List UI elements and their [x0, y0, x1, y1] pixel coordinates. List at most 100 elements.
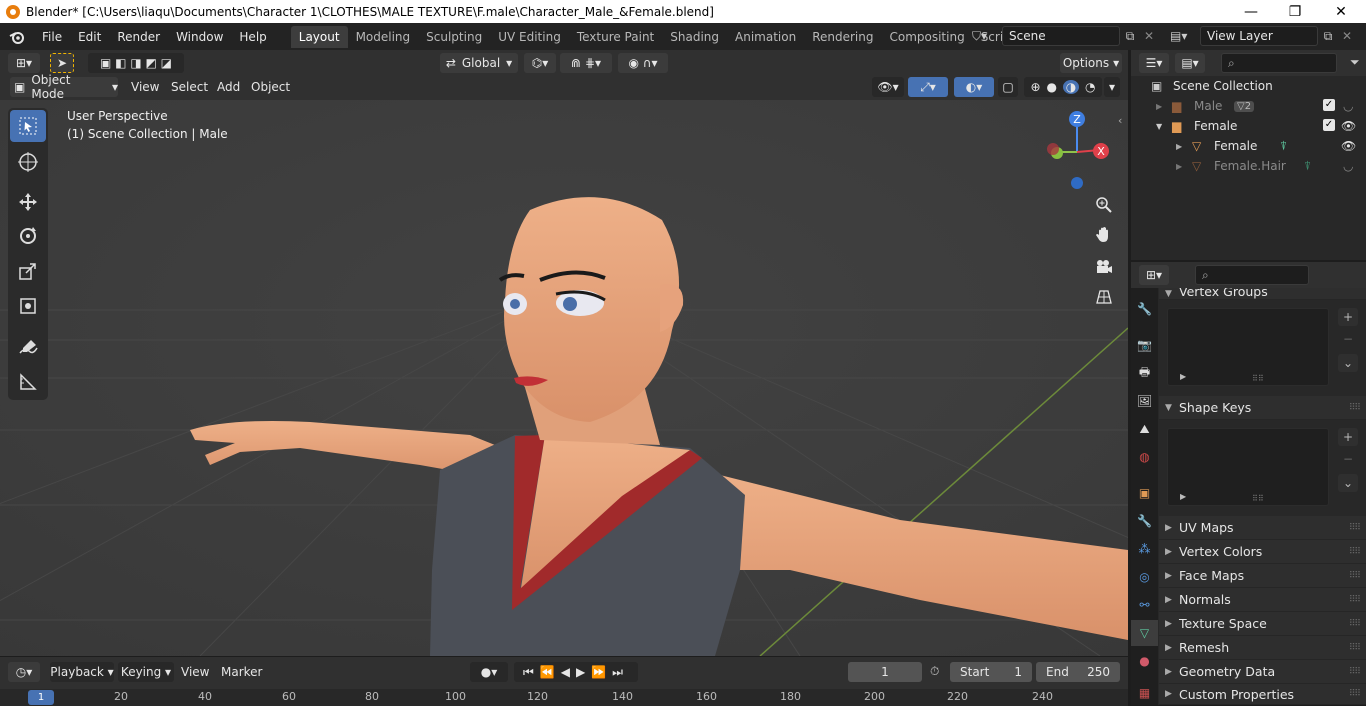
snap-icon[interactable]: ⋒ ⋕▾ [560, 53, 612, 73]
section-vertex-groups[interactable]: ▼ Vertex Groups [1159, 288, 1366, 300]
particles-tab-icon[interactable]: ⁂ [1131, 536, 1158, 562]
move-tool[interactable] [10, 186, 46, 218]
perspective-grid-icon[interactable] [1091, 284, 1117, 310]
world-tab-icon[interactable]: ◍ [1131, 444, 1158, 470]
xray-icon[interactable]: ▢ [998, 77, 1018, 97]
timeline-editor-type-icon[interactable]: ◷▾ [8, 662, 40, 682]
timeline-menu-marker[interactable]: Marker [221, 665, 262, 679]
scene-tab-icon[interactable]: ⛰ [1131, 416, 1158, 442]
drag-grip-icon[interactable]: ⠿⠿ [1349, 523, 1361, 533]
end-frame-field[interactable]: End 250 [1036, 662, 1120, 682]
annotate-tool[interactable] [10, 331, 46, 363]
section-shape-keys[interactable]: ▼ Shape Keys ⠿⠿ [1159, 396, 1366, 420]
expand-arrow-icon[interactable]: ▶ [1156, 102, 1172, 111]
list-expand-icon[interactable]: ▶ [1180, 492, 1186, 501]
view-layer-icon[interactable]: ▤▾ [1170, 29, 1200, 43]
new-view-layer-icon[interactable]: ⧉ [1318, 29, 1338, 44]
measure-tool[interactable] [10, 366, 46, 398]
eye-hidden-icon[interactable]: ◡ [1343, 159, 1353, 173]
maximize-button[interactable]: ❐ [1272, 0, 1318, 23]
new-scene-icon[interactable]: ⧉ [1120, 29, 1140, 44]
properties-editor-type-icon[interactable]: ⊞▾ [1139, 265, 1169, 285]
drag-grip-icon[interactable]: ⠿⠿ [1349, 689, 1361, 699]
tab-shading[interactable]: Shading [662, 26, 727, 48]
preview-range-icon[interactable]: ⏱ [930, 664, 939, 679]
outliner-editor-type-icon[interactable]: ☰▾ [1139, 53, 1169, 73]
start-frame-field[interactable]: Start 1 [950, 662, 1032, 682]
mesh-data-tab-icon[interactable]: ▽ [1131, 620, 1158, 646]
camera-view-icon[interactable] [1091, 254, 1117, 280]
collapse-arrow-icon[interactable]: ▼ [1156, 122, 1172, 131]
tab-sculpting[interactable]: Sculpting [418, 26, 490, 48]
menu-help[interactable]: Help [231, 30, 274, 44]
rotate-tool[interactable] [10, 220, 46, 252]
shading-mode-icons[interactable]: ⊕ ● ◑ ◔ [1024, 77, 1102, 97]
outliner-row-female-collection[interactable]: ▼ ▆ Female ✓ 👁 [1131, 116, 1366, 136]
playback-dropdown[interactable]: Playback ▾ [50, 662, 114, 682]
selection-mode-icons[interactable]: ▣ ◧ ◨ ◩ ◪ [88, 53, 184, 73]
options-dropdown[interactable]: Options ▾ [1060, 53, 1122, 73]
exclude-checkbox[interactable]: ✓ [1323, 119, 1335, 131]
tab-compositing[interactable]: Compositing [881, 26, 972, 48]
tab-modeling[interactable]: Modeling [348, 26, 419, 48]
overlays-toggle-icon[interactable]: ◐▾ [954, 77, 994, 97]
cursor-tool[interactable] [10, 146, 46, 178]
menu-add[interactable]: Add [217, 80, 240, 94]
drag-grip-icon[interactable]: ⠿⠿ [1349, 571, 1361, 581]
drag-grip-icon[interactable]: ⠿⠿ [1349, 619, 1361, 629]
scale-tool[interactable] [10, 255, 46, 287]
gizmo-toggle-icon[interactable]: ⤢▾ [908, 77, 948, 97]
add-vertex-group-button[interactable]: + [1338, 308, 1358, 326]
constraints-tab-icon[interactable]: ⚯ [1131, 592, 1158, 618]
vertex-group-specials-icon[interactable]: ⌄ [1338, 354, 1358, 372]
outliner-row-female-hair[interactable]: ▶ ▽ Female.Hair ⍒ ◡ [1131, 156, 1366, 176]
menu-window[interactable]: Window [168, 30, 231, 44]
render-tab-icon[interactable]: 📷 [1131, 332, 1158, 358]
navigation-gizmo[interactable]: Z X [1040, 108, 1120, 198]
delete-view-layer-icon[interactable]: ✕ [1338, 29, 1356, 43]
section-uv-maps[interactable]: ▶ UV Maps ⠿⠿ [1159, 516, 1366, 540]
menu-select[interactable]: Select [171, 80, 208, 94]
orientation-dropdown[interactable]: ⇄ Global ▾ [440, 53, 518, 73]
modifier-tab-icon[interactable]: 🔧 [1131, 508, 1158, 534]
outliner-search-input[interactable]: ⌕ [1221, 53, 1337, 73]
delete-scene-icon[interactable]: ✕ [1140, 29, 1158, 43]
menu-edit[interactable]: Edit [70, 30, 109, 44]
tab-rendering[interactable]: Rendering [804, 26, 881, 48]
sidebar-toggle-icon[interactable]: ‹ [1118, 114, 1122, 127]
outliner-row-scene-collection[interactable]: ▣ Scene Collection [1131, 76, 1366, 96]
outliner-display-mode-icon[interactable]: ▤▾ [1175, 53, 1205, 73]
object-tab-icon[interactable]: ▣ [1131, 480, 1158, 506]
physics-tab-icon[interactable]: ◎ [1131, 564, 1158, 590]
remove-shape-key-button[interactable]: − [1338, 450, 1358, 468]
eye-icon[interactable]: 👁 [1341, 139, 1356, 153]
visibility-icon[interactable]: 👁▾ [872, 77, 904, 97]
autokey-record-icon[interactable]: ●▾ [470, 662, 508, 682]
section-custom-properties[interactable]: ▶ Custom Properties ⠿⠿ [1159, 684, 1366, 705]
select-box-tool[interactable] [10, 110, 46, 142]
tab-texture-paint[interactable]: Texture Paint [569, 26, 662, 48]
output-tab-icon[interactable]: 🖶 [1131, 360, 1158, 386]
tab-layout[interactable]: Layout [290, 25, 348, 48]
timeline-menu-view[interactable]: View [181, 665, 209, 679]
shape-key-specials-icon[interactable]: ⌄ [1338, 474, 1358, 492]
properties-search-input[interactable]: ⌕ [1195, 265, 1309, 285]
menu-render[interactable]: Render [109, 30, 168, 44]
scene-field[interactable]: Scene [1002, 26, 1120, 46]
3d-viewport[interactable]: User Perspective (1) Scene Collection | … [0, 100, 1128, 656]
playhead-marker[interactable]: 1 [28, 690, 54, 705]
expand-arrow-icon[interactable]: ▶ [1176, 162, 1192, 171]
gizmo-neg-z-axis[interactable] [1071, 177, 1083, 189]
section-geometry-data[interactable]: ▶ Geometry Data ⠿⠿ [1159, 660, 1366, 684]
mode-dropdown[interactable]: ▣ Object Mode ▾ [10, 73, 118, 101]
proportional-edit-icon[interactable]: ◉ ∩▾ [618, 53, 668, 73]
drag-grip-icon[interactable]: ⠿⠿ [1349, 547, 1361, 557]
view-layer-field[interactable]: View Layer [1200, 26, 1318, 46]
expand-arrow-icon[interactable]: ▶ [1176, 142, 1192, 151]
texture-tab-icon[interactable]: ▦ [1131, 680, 1158, 706]
shape-keys-list[interactable]: ▶ ⠿⠿ [1167, 428, 1329, 506]
close-button[interactable]: ✕ [1318, 0, 1364, 23]
exclude-checkbox[interactable]: ✓ [1323, 99, 1335, 111]
list-resize-grip-icon[interactable]: ⠿⠿ [1252, 494, 1264, 503]
eye-hidden-icon[interactable]: ◡ [1343, 99, 1353, 113]
